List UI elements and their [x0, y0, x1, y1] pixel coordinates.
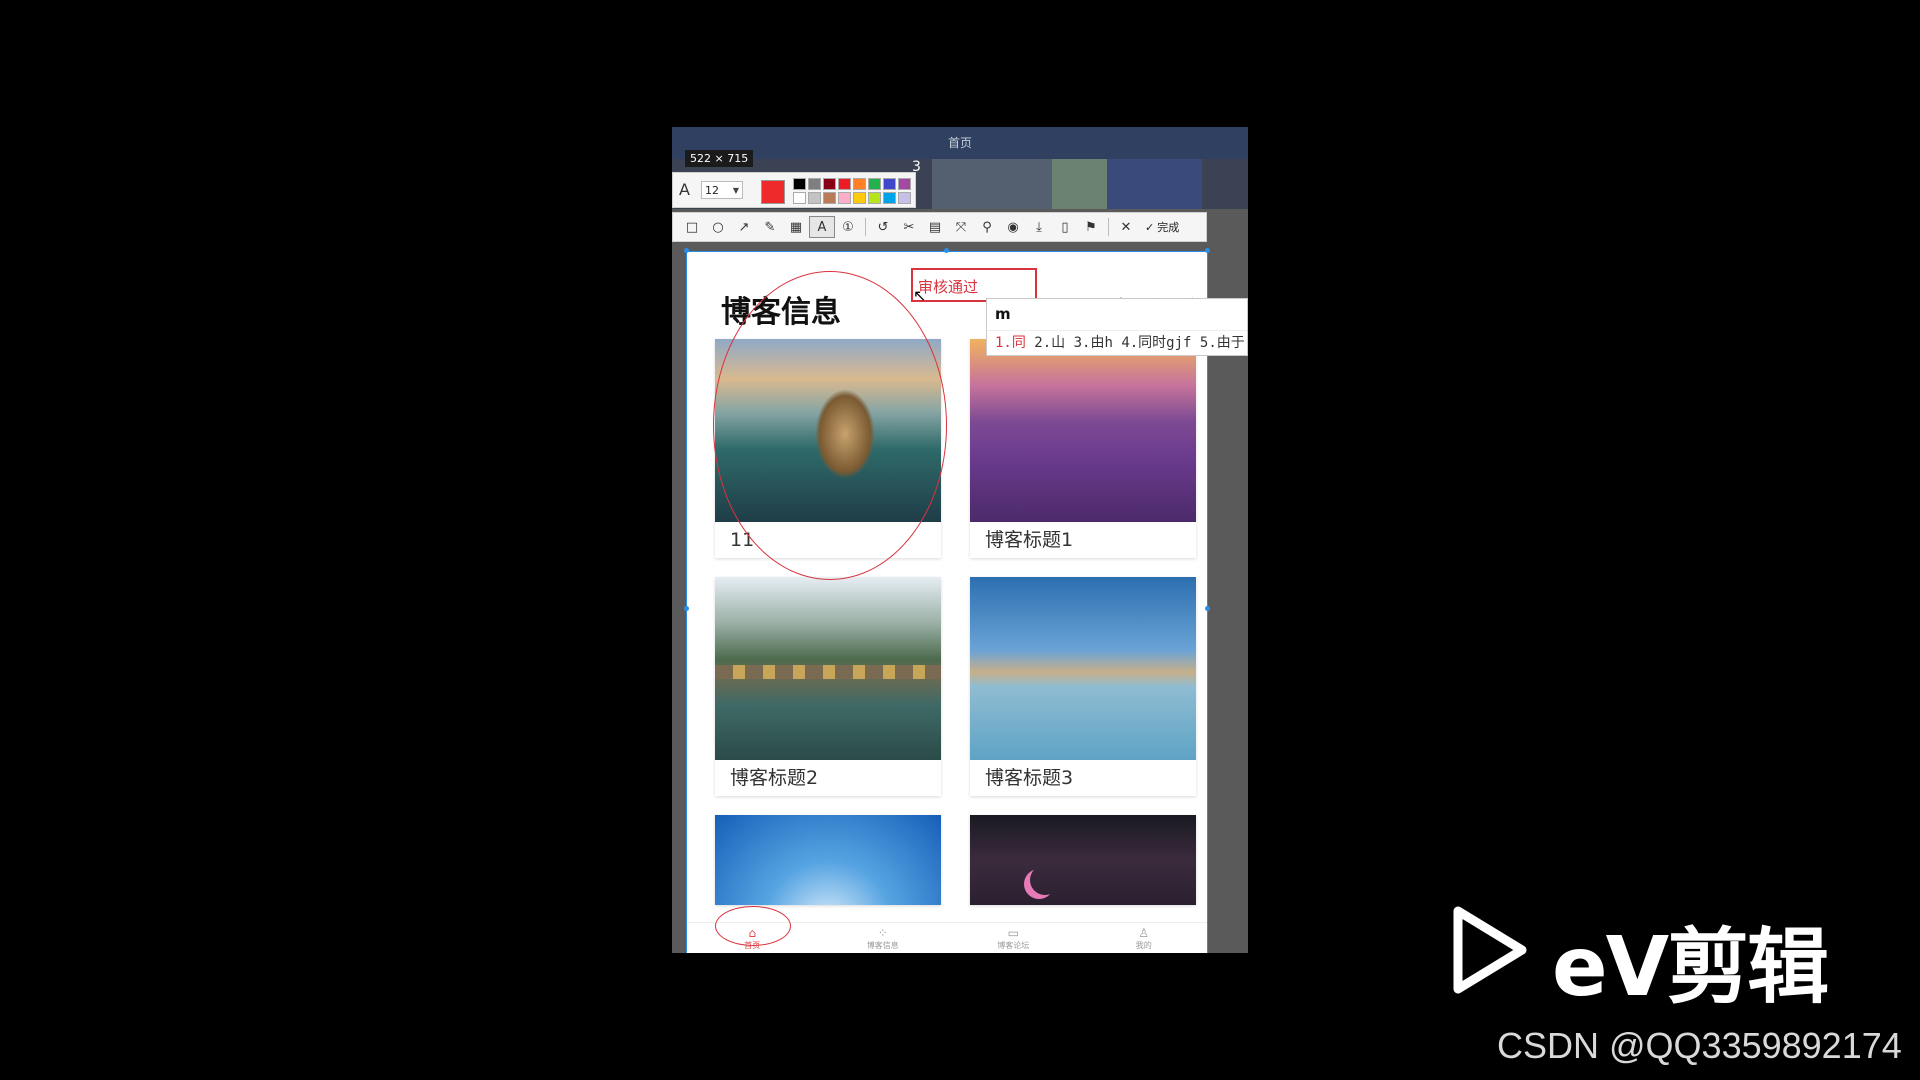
current-color-swatch[interactable] [761, 180, 785, 204]
blog-card-image [715, 815, 941, 905]
tab-label: 博客论坛 [997, 941, 1030, 950]
download-icon[interactable]: ⤓ [1026, 216, 1052, 238]
credit-watermark: CSDN @QQ3359892174 [1497, 1025, 1902, 1066]
done-label: 完成 [1157, 221, 1180, 234]
font-size-value: 12 [705, 184, 719, 197]
check-icon: ✓ [1145, 220, 1155, 234]
text-options-bar: A 12 ▼ [672, 172, 916, 208]
mosaic-icon[interactable]: ▦ [783, 216, 809, 238]
play-logo-icon [1453, 906, 1527, 994]
selection-handle[interactable] [684, 606, 689, 611]
ellipse-annotation[interactable] [713, 271, 947, 580]
ime-composition: m [995, 305, 1011, 323]
selection-size-label: 522 × 715 [685, 150, 754, 167]
grid-icon: ⁘ [877, 926, 888, 940]
font-icon: A [679, 180, 690, 199]
window-title: 首页 [672, 127, 1248, 159]
blog-card-title: 博客标题2 [730, 767, 819, 789]
color-swatch[interactable] [898, 192, 911, 204]
color-swatch[interactable] [823, 192, 836, 204]
chevron-down-icon: ▼ [732, 186, 739, 195]
blog-card[interactable] [970, 815, 1196, 905]
clip-icon[interactable]: ✂ [896, 216, 922, 238]
ime-candidate-list: 1.同 2.山 3.由h 4.同时gjf 5.由于 [987, 330, 1247, 355]
rectangle-icon[interactable]: □ [679, 216, 705, 238]
color-swatch[interactable] [868, 192, 881, 204]
cancel-button[interactable]: ✕ [1113, 216, 1139, 238]
color-swatch[interactable] [808, 178, 821, 190]
number-icon[interactable]: ① [835, 216, 861, 238]
ime-candidate[interactable]: 3.由h [1074, 335, 1113, 351]
selection-handle[interactable] [684, 248, 689, 253]
record-icon[interactable]: ◉ [1000, 216, 1026, 238]
selection-handle[interactable] [1205, 248, 1210, 253]
capture-toolbar: □ ○ ↗ ✎ ▦ A ① ↺ ✂ ▤ ⤧ ⚲ ◉ ⤓ ▯ ⚑ ✕ ✓ 完成 [672, 212, 1207, 242]
selection-handle[interactable] [944, 248, 949, 253]
text-annotation[interactable]: 审核通过 [911, 268, 1037, 302]
tab-label: 博客信息 [866, 941, 899, 950]
color-swatch[interactable] [853, 178, 866, 190]
translate-icon[interactable]: ⤧ [948, 216, 974, 238]
blog-card-image [715, 577, 941, 760]
color-swatch[interactable] [823, 178, 836, 190]
blog-card-image [970, 815, 1196, 905]
blog-card[interactable]: 博客标题1 [970, 339, 1196, 558]
color-swatch[interactable] [808, 192, 821, 204]
ime-candidate[interactable]: 2.山 [1034, 335, 1065, 351]
bookmark-icon[interactable]: ⚑ [1078, 216, 1104, 238]
user-icon: ♙ [1138, 926, 1150, 940]
color-swatch[interactable] [883, 178, 896, 190]
ellipse-icon[interactable]: ○ [705, 216, 731, 238]
tab-mine[interactable]: ♙ 我的 [1079, 923, 1208, 953]
blog-card[interactable]: 博客标题3 [970, 577, 1196, 796]
save-icon[interactable]: ▯ [1052, 216, 1078, 238]
blog-card[interactable]: 博客标题2 [715, 577, 941, 796]
ime-candidate-window: m 1.同 2.山 3.由h 4.同时gjf 5.由于 [986, 298, 1248, 356]
color-swatch[interactable] [898, 178, 911, 190]
pin-icon[interactable]: ⚲ [974, 216, 1000, 238]
done-button[interactable]: ✓ 完成 [1139, 219, 1185, 235]
color-swatch[interactable] [793, 192, 806, 204]
text-icon[interactable]: A [809, 216, 835, 238]
ocr-icon[interactable]: ▤ [922, 216, 948, 238]
blog-card-title: 博客标题3 [985, 767, 1074, 789]
tab-blog-forum[interactable]: ▭ 博客论坛 [948, 923, 1079, 953]
blog-card-image [970, 577, 1196, 760]
color-swatch[interactable] [793, 178, 806, 190]
color-swatch[interactable] [838, 178, 851, 190]
selection-handle[interactable] [1205, 606, 1210, 611]
pencil-icon[interactable]: ✎ [757, 216, 783, 238]
ime-candidate[interactable]: 4.同时gjf [1121, 335, 1191, 351]
arrow-icon[interactable]: ↗ [731, 216, 757, 238]
color-palette [793, 178, 911, 206]
undo-icon[interactable]: ↺ [870, 216, 896, 238]
ellipse-annotation[interactable] [715, 906, 791, 946]
font-size-select[interactable]: 12 ▼ [701, 181, 743, 199]
tab-blog-info[interactable]: ⁘ 博客信息 [818, 923, 949, 953]
blog-card[interactable] [715, 815, 941, 905]
color-swatch[interactable] [853, 192, 866, 204]
color-swatch[interactable] [838, 192, 851, 204]
ime-candidate[interactable]: 5.由于 [1200, 335, 1245, 351]
ime-candidate[interactable]: 1.同 [995, 335, 1026, 351]
chat-icon: ▭ [1007, 926, 1019, 940]
tab-label: 我的 [1135, 941, 1152, 950]
color-swatch[interactable] [883, 192, 896, 204]
mouse-cursor-icon: ↖ [913, 286, 927, 305]
annotation-text: 审核通过 [918, 278, 979, 296]
blog-card-image [970, 339, 1196, 522]
blog-card-title: 博客标题1 [985, 529, 1074, 551]
color-swatch[interactable] [868, 178, 881, 190]
brand-watermark: eV剪辑 [1552, 920, 1829, 1015]
